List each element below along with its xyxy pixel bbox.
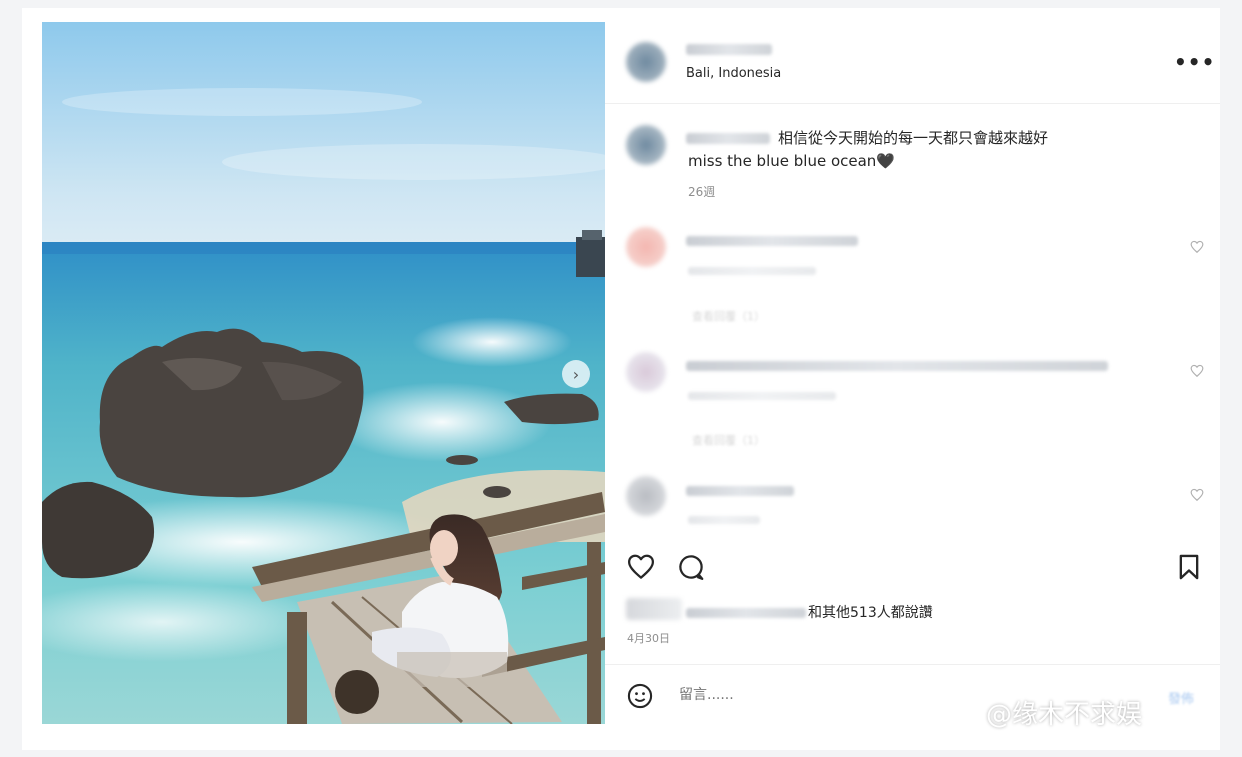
caption-age: 26週 [688,185,716,199]
comment-like-heart-icon[interactable] [1190,488,1204,502]
comment-like-heart-icon[interactable] [1190,240,1204,254]
comment-avatar[interactable] [626,476,666,516]
comment-text [686,486,794,496]
caption-avatar[interactable] [626,125,666,165]
comment-bubble-icon[interactable] [676,552,706,582]
caption-text-line1: 相信從今天開始的每一天都只會越來越好 [778,129,1049,147]
liker-username[interactable] [686,608,806,618]
post-date: 4月30日 [627,632,670,645]
comment-like-heart-icon[interactable] [1190,364,1204,378]
post-location[interactable]: Bali, Indonesia [686,66,781,81]
comment-meta [688,392,836,400]
author-avatar[interactable] [626,42,666,82]
emoji-smiley-icon[interactable] [626,682,654,710]
comment-divider [605,664,1220,665]
header-divider [605,103,1220,104]
likes-avatar[interactable] [626,598,682,620]
likes-count[interactable]: 和其他513人都說讚 [808,602,933,622]
comment-avatar[interactable] [626,227,666,267]
chevron-right-icon: › [572,364,580,384]
beach-photo-illustration [42,22,605,724]
view-replies-link[interactable]: 查看回覆（1） [692,308,765,324]
like-heart-icon[interactable] [626,552,656,582]
view-replies-link[interactable]: 查看回覆（1） [692,432,765,448]
comment-avatar[interactable] [626,352,666,392]
post-comment-button[interactable]: 發佈 [1168,688,1194,707]
watermark: @缘木不求娱 [986,700,1143,730]
caption-username[interactable] [686,133,770,144]
comment-text [686,361,1108,371]
post-photo[interactable] [42,22,605,724]
caption-text-line2: miss the blue blue ocean🖤 [688,152,895,170]
next-photo-button[interactable]: › [562,360,590,388]
comment-text [686,236,858,246]
bookmark-icon[interactable] [1175,552,1203,582]
comment-meta [688,267,816,275]
comment-meta [688,516,760,524]
author-username[interactable] [686,44,772,55]
more-options-icon[interactable]: ••• [1174,50,1215,74]
